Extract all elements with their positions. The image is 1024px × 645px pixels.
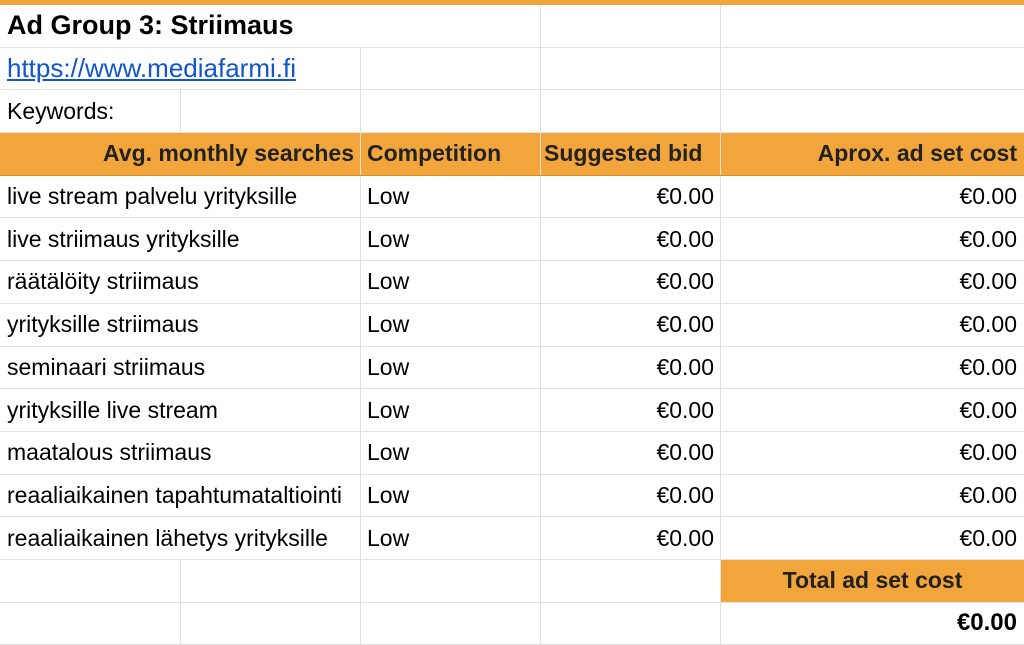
cost-cell[interactable]: €0.00 [721, 218, 1024, 260]
competition-cell[interactable]: Low [361, 389, 541, 431]
bid-cell[interactable]: €0.00 [541, 303, 721, 346]
competition-cell[interactable]: Low [361, 261, 541, 303]
bid-cell[interactable]: €0.00 [541, 431, 721, 474]
header-avg-monthly-searches[interactable]: Avg. monthly searches [0, 133, 361, 175]
keyword-row: seminaari striimaus Low €0.00 €0.00 [0, 346, 1024, 390]
empty-cell[interactable] [721, 48, 1024, 90]
keyword-cell[interactable]: yrityksille striimaus [0, 303, 361, 346]
website-link[interactable]: https://www.mediafarmi.fi [7, 53, 296, 84]
keyword-row: yrityksille striimaus Low €0.00 €0.00 [0, 303, 1024, 347]
competition-cell[interactable]: Low [361, 474, 541, 517]
empty-cell[interactable] [541, 602, 721, 645]
bid-cell[interactable]: €0.00 [541, 389, 721, 431]
cost-cell[interactable]: €0.00 [721, 432, 1024, 474]
bid-cell[interactable]: €0.00 [541, 218, 721, 261]
keyword-row: live striimaus yrityksille Low €0.00 €0.… [0, 218, 1024, 262]
website-link-cell[interactable]: https://www.mediafarmi.fi [0, 47, 361, 90]
competition-cell[interactable]: Low [361, 218, 541, 261]
bid-cell[interactable]: €0.00 [541, 517, 721, 559]
spreadsheet-grid: Ad Group 3: Striimaus https://www.mediaf… [0, 5, 1024, 645]
total-ad-set-cost-value[interactable]: €0.00 [721, 603, 1024, 645]
empty-cell[interactable] [361, 602, 541, 645]
empty-cell[interactable] [181, 602, 361, 645]
competition-cell[interactable]: Low [361, 431, 541, 474]
empty-cell[interactable] [721, 5, 1024, 47]
competition-cell[interactable]: Low [361, 517, 541, 559]
empty-cell[interactable] [361, 47, 541, 90]
empty-cell[interactable] [721, 90, 1024, 132]
cost-cell[interactable]: €0.00 [721, 347, 1024, 389]
cost-cell[interactable]: €0.00 [721, 304, 1024, 346]
empty-cell[interactable] [0, 602, 181, 645]
empty-cell[interactable] [361, 559, 541, 602]
keyword-row: reaaliaikainen lähetys yrityksille Low €… [0, 517, 1024, 560]
keyword-cell[interactable]: reaaliaikainen tapahtumataltiointi [0, 474, 361, 517]
header-ad-set-cost[interactable]: Aprox. ad set cost [721, 133, 1024, 175]
column-header-row: Avg. monthly searches Competition Sugges… [0, 133, 1024, 176]
link-row: https://www.mediafarmi.fi [0, 47, 1024, 91]
keyword-cell[interactable]: reaaliaikainen lähetys yrityksille [0, 517, 361, 559]
bid-cell[interactable]: €0.00 [541, 474, 721, 517]
empty-cell[interactable] [541, 559, 721, 602]
keyword-cell[interactable]: live stream palvelu yrityksille [0, 175, 361, 218]
empty-cell[interactable] [541, 5, 721, 47]
bid-cell[interactable]: €0.00 [541, 261, 721, 303]
keyword-row: reaaliaikainen tapahtumataltiointi Low €… [0, 474, 1024, 518]
keyword-row: maatalous striimaus Low €0.00 €0.00 [0, 431, 1024, 475]
competition-cell[interactable]: Low [361, 303, 541, 346]
empty-cell[interactable] [541, 90, 721, 133]
keyword-row: yrityksille live stream Low €0.00 €0.00 [0, 389, 1024, 432]
empty-cell[interactable] [541, 47, 721, 90]
cost-cell[interactable]: €0.00 [721, 261, 1024, 303]
empty-cell[interactable] [181, 90, 361, 133]
total-value-row: €0.00 [0, 602, 1024, 645]
competition-cell[interactable]: Low [361, 346, 541, 389]
competition-cell[interactable]: Low [361, 175, 541, 218]
bid-cell[interactable]: €0.00 [541, 175, 721, 218]
empty-cell[interactable] [0, 559, 181, 602]
cost-cell[interactable]: €0.00 [721, 389, 1024, 431]
keyword-row: live stream palvelu yrityksille Low €0.0… [0, 175, 1024, 219]
keyword-cell[interactable]: live striimaus yrityksille [0, 218, 361, 261]
cost-cell[interactable]: €0.00 [721, 475, 1024, 517]
cost-cell[interactable]: €0.00 [721, 517, 1024, 559]
header-suggested-bid[interactable]: Suggested bid [541, 133, 721, 175]
keyword-cell[interactable]: räätälöity striimaus [0, 261, 361, 303]
bid-cell[interactable]: €0.00 [541, 346, 721, 389]
keyword-cell[interactable]: yrityksille live stream [0, 389, 361, 431]
keywords-label[interactable]: Keywords: [0, 90, 181, 133]
cost-cell[interactable]: €0.00 [721, 176, 1024, 218]
keyword-cell[interactable]: maatalous striimaus [0, 431, 361, 474]
empty-cell[interactable] [181, 559, 361, 602]
total-label-row: Total ad set cost [0, 559, 1024, 603]
header-competition[interactable]: Competition [361, 133, 541, 175]
title-row: Ad Group 3: Striimaus [0, 5, 1024, 48]
keywords-label-row: Keywords: [0, 90, 1024, 134]
keyword-row: räätälöity striimaus Low €0.00 €0.00 [0, 261, 1024, 304]
sheet-title[interactable]: Ad Group 3: Striimaus [0, 5, 541, 47]
total-ad-set-cost-label[interactable]: Total ad set cost [721, 559, 1024, 602]
empty-cell[interactable] [361, 90, 541, 133]
keyword-cell[interactable]: seminaari striimaus [0, 346, 361, 389]
